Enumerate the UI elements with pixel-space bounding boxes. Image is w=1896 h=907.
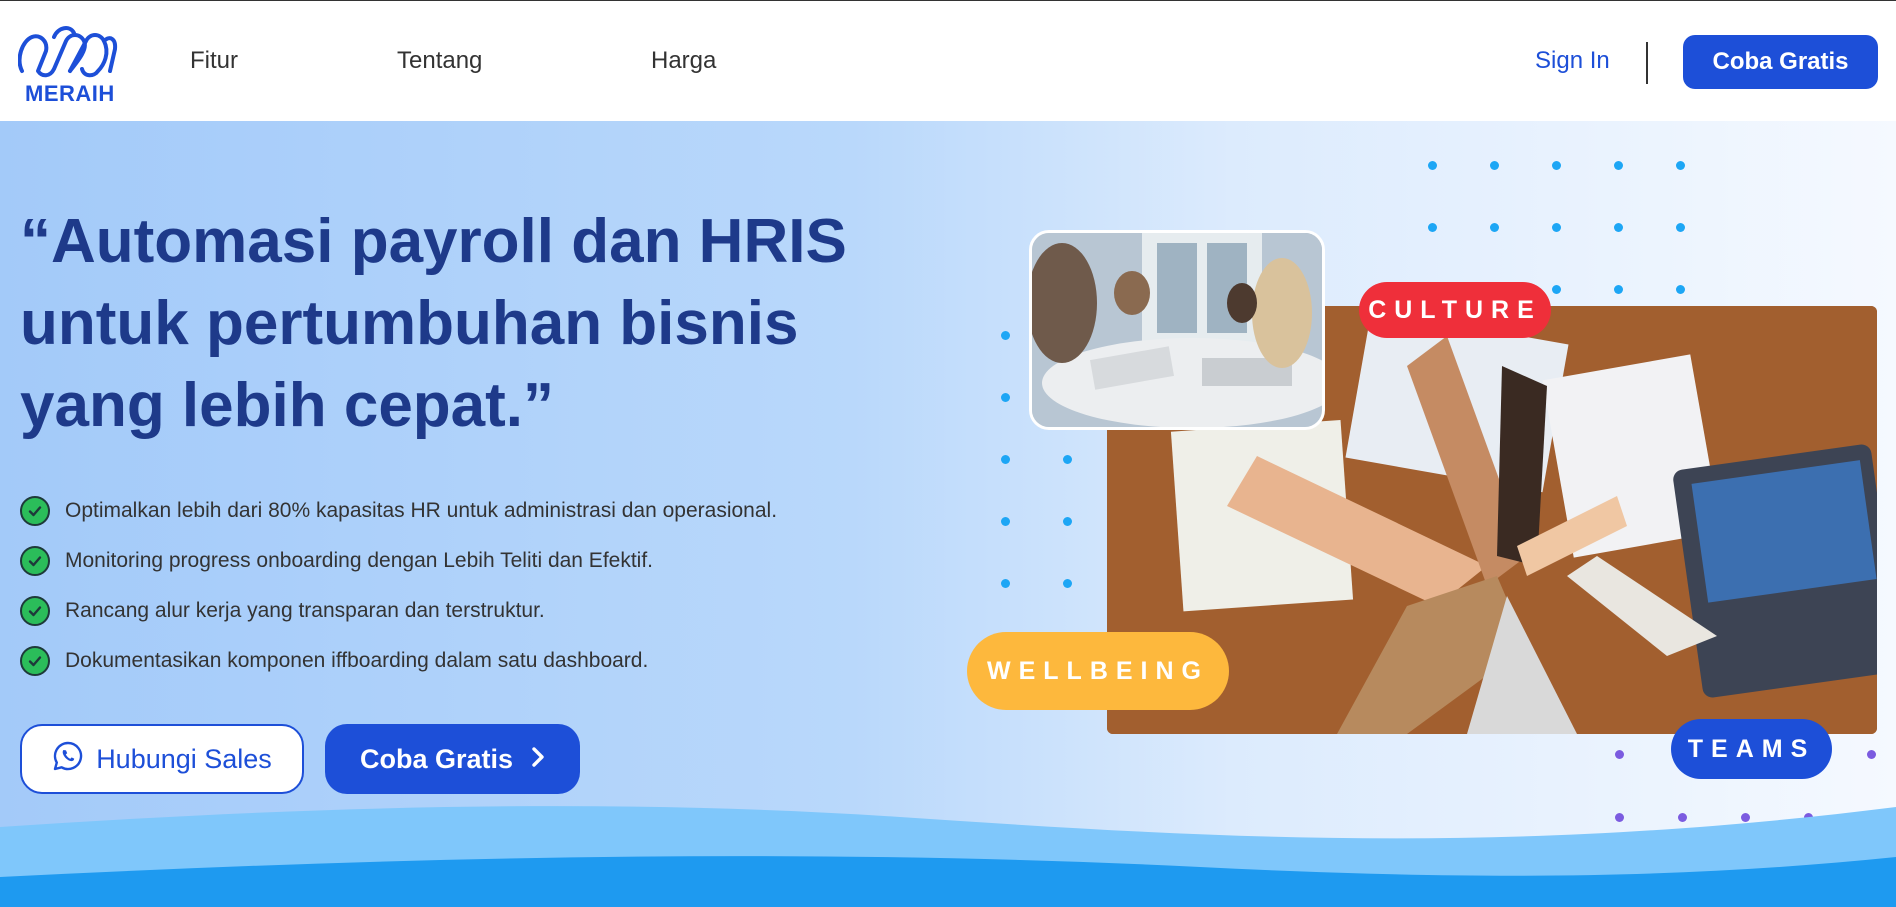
decor-dot xyxy=(1614,161,1623,170)
nav-link-tentang[interactable]: Tentang xyxy=(397,47,482,75)
decor-dot xyxy=(1063,455,1072,464)
decor-dot xyxy=(1490,223,1499,232)
check-circle-icon xyxy=(20,546,50,576)
wave-decoration xyxy=(0,806,1896,907)
decor-dot xyxy=(1867,750,1876,759)
contact-sales-label: Hubungi Sales xyxy=(96,743,272,774)
decor-dot xyxy=(1676,223,1685,232)
decor-dot xyxy=(1552,285,1561,294)
logo-mark-icon xyxy=(18,26,118,78)
decor-dot xyxy=(1001,331,1010,340)
benefit-item: Dokumentasikan komponen iffboarding dala… xyxy=(20,636,777,686)
benefit-item: Monitoring progress onboarding dengan Le… xyxy=(20,536,777,586)
check-circle-icon xyxy=(20,496,50,526)
decor-dot xyxy=(1001,455,1010,464)
headline-line: yang lebih cepat.” xyxy=(20,371,555,440)
decor-dot xyxy=(1615,750,1624,759)
check-circle-icon xyxy=(20,596,50,626)
decor-dot xyxy=(1001,517,1010,526)
benefit-text: Rancang alur kerja yang transparan dan t… xyxy=(65,599,545,622)
hero-trial-label: Coba Gratis xyxy=(359,743,514,774)
hero-section: “Automasi payroll dan HRIS untuk pertumb… xyxy=(0,121,1896,907)
nav-link-harga[interactable]: Harga xyxy=(651,47,716,75)
decor-dot xyxy=(1552,223,1561,232)
brand-name: MERAIH xyxy=(25,81,115,106)
decor-dot xyxy=(1063,517,1072,526)
decor-dot xyxy=(1614,223,1623,232)
navbar: MERAIH Fitur Tentang Harga Sign In Coba … xyxy=(0,1,1896,121)
decor-dot xyxy=(1063,579,1072,588)
benefit-item: Optimalkan lebih dari 80% kapasitas HR u… xyxy=(20,486,777,536)
benefit-text: Optimalkan lebih dari 80% kapasitas HR u… xyxy=(65,499,778,522)
decor-dot xyxy=(1001,393,1010,402)
benefit-list: Optimalkan lebih dari 80% kapasitas HR u… xyxy=(20,486,777,686)
nav-cta-button[interactable]: Coba Gratis xyxy=(1683,35,1878,89)
culture-tag: CULTURE xyxy=(1359,282,1551,338)
headline-line: “Automasi payroll dan HRIS xyxy=(20,207,847,276)
decor-dot xyxy=(1676,285,1685,294)
meeting-photo xyxy=(1029,230,1325,430)
benefit-text: Dokumentasikan komponen iffboarding dala… xyxy=(65,649,649,672)
chevron-right-icon xyxy=(531,744,545,775)
check-circle-icon xyxy=(20,646,50,676)
headline-line: untuk pertumbuhan bisnis xyxy=(20,289,799,358)
nav-link-fitur[interactable]: Fitur xyxy=(190,47,238,75)
hero-headline: “Automasi payroll dan HRIS untuk pertumb… xyxy=(20,201,920,447)
hero-trial-button[interactable]: Coba Gratis xyxy=(325,724,580,794)
benefit-text: Monitoring progress onboarding dengan Le… xyxy=(65,549,653,572)
decor-dot xyxy=(1676,161,1685,170)
decor-dot xyxy=(1428,161,1437,170)
decor-dot xyxy=(1428,223,1437,232)
contact-sales-button[interactable]: Hubungi Sales xyxy=(20,724,304,794)
decor-dot xyxy=(1490,161,1499,170)
decor-dot xyxy=(1001,579,1010,588)
decor-dot xyxy=(1552,161,1561,170)
whatsapp-icon xyxy=(52,740,84,779)
nav-divider xyxy=(1646,42,1648,84)
decor-dot xyxy=(1614,285,1623,294)
benefit-item: Rancang alur kerja yang transparan dan t… xyxy=(20,586,777,636)
sign-in-link[interactable]: Sign In xyxy=(1535,47,1610,75)
wellbeing-tag: WELLBEING xyxy=(967,632,1229,710)
teams-tag: TEAMS xyxy=(1671,719,1832,779)
brand-logo[interactable]: MERAIH xyxy=(18,19,122,106)
